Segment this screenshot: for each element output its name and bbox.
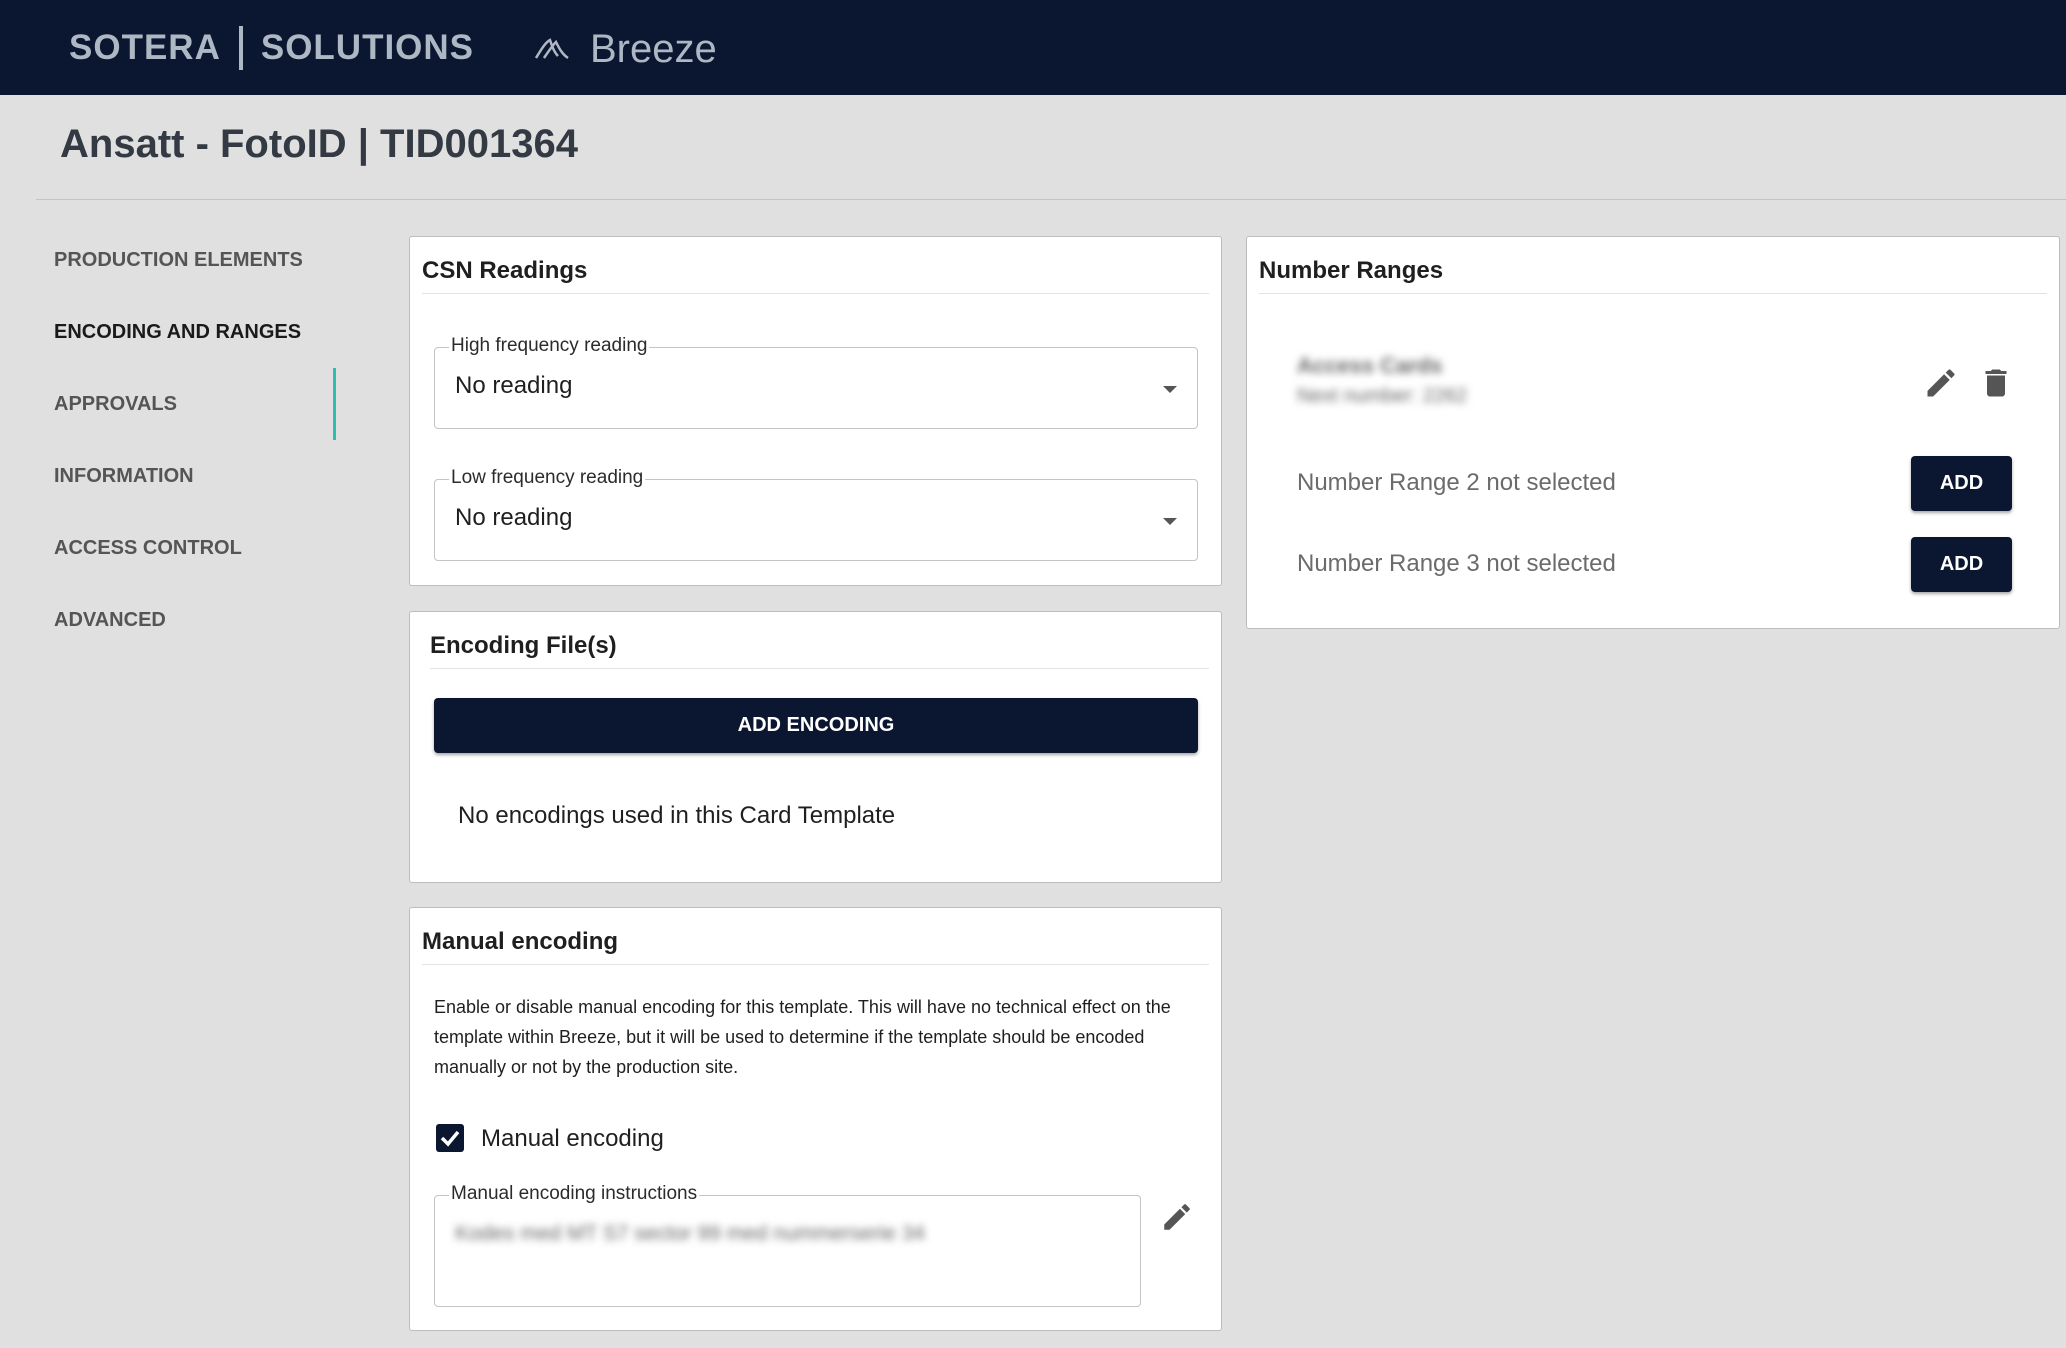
breeze-wave-icon — [534, 38, 569, 60]
product-logo[interactable]: Breeze — [534, 24, 717, 74]
company-logo: SOTERA SOLUTIONS — [69, 26, 474, 70]
top-app-bar: SOTERA SOLUTIONS Breeze — [0, 0, 2066, 95]
no-encodings-text: No encodings used in this Card Template — [458, 802, 896, 829]
checkmark-icon — [440, 1130, 460, 1147]
manual-encoding-card: Manual encoding Enable or disable manual… — [409, 907, 1222, 1331]
number-range-1-name: Access Cards — [1297, 353, 1443, 378]
encoding-files-card: Encoding File(s) ADD ENCODING No encodin… — [409, 611, 1222, 883]
number-range-2-text: Number Range 2 not selected — [1297, 469, 1616, 496]
high-frequency-value: No reading — [455, 372, 573, 399]
edit-range-pencil-icon[interactable] — [1923, 365, 1959, 406]
csn-readings-card: CSN Readings High frequency reading No r… — [409, 236, 1222, 586]
number-range-3-text: Number Range 3 not selected — [1297, 550, 1616, 577]
low-frequency-label: Low frequency reading — [449, 467, 646, 489]
manual-encoding-checkbox-label[interactable]: Manual encoding — [481, 1125, 664, 1153]
nav-item-information[interactable]: INFORMATION — [0, 440, 340, 512]
side-navigation: PRODUCTION ELEMENTS ENCODING AND RANGES … — [0, 224, 340, 656]
nav-item-approvals[interactable]: APPROVALS — [0, 368, 340, 440]
number-range-1-next: Next number: 2262 — [1297, 385, 1468, 407]
add-number-range-2-button[interactable]: ADD — [1911, 456, 2012, 511]
csn-readings-title: CSN Readings — [422, 249, 1209, 294]
page-title: Ansatt - FotoID | TID001364 — [60, 122, 578, 166]
nav-item-production-elements[interactable]: PRODUCTION ELEMENTS — [0, 224, 340, 296]
manual-encoding-instructions-label: Manual encoding instructions — [449, 1183, 700, 1205]
manual-encoding-title: Manual encoding — [422, 920, 1209, 965]
number-ranges-title: Number Ranges — [1259, 249, 2047, 294]
add-number-range-3-button[interactable]: ADD — [1911, 537, 2012, 592]
encoding-files-title: Encoding File(s) — [430, 624, 1209, 669]
manual-encoding-checkbox[interactable] — [436, 1124, 464, 1152]
manual-encoding-instructions-value: Kodes med MT S7 sector 99 med nummerseri… — [455, 1222, 925, 1245]
delete-range-trash-icon[interactable] — [1978, 365, 2014, 406]
manual-encoding-description: Enable or disable manual encoding for th… — [434, 997, 1171, 1077]
nav-item-access-control[interactable]: ACCESS CONTROL — [0, 512, 340, 584]
high-frequency-select[interactable]: High frequency reading No reading — [434, 335, 1198, 429]
title-divider — [36, 199, 2066, 200]
number-ranges-card: Number Ranges Access Cards Next number: … — [1246, 236, 2060, 629]
product-name: Breeze — [590, 26, 717, 71]
manual-encoding-instructions-field[interactable]: Manual encoding instructions Kodes med M… — [434, 1183, 1141, 1307]
edit-instructions-pencil-icon[interactable] — [1160, 1200, 1194, 1239]
nav-item-advanced[interactable]: ADVANCED — [0, 584, 340, 656]
logo-separator — [238, 26, 243, 70]
low-frequency-value: No reading — [455, 504, 573, 531]
nav-item-encoding-and-ranges[interactable]: ENCODING AND RANGES — [0, 296, 340, 440]
logo-text-right: SOLUTIONS — [260, 28, 475, 67]
chevron-down-icon — [1163, 518, 1177, 525]
chevron-down-icon — [1163, 386, 1177, 393]
logo-text-left: SOTERA — [69, 28, 221, 67]
add-encoding-button[interactable]: ADD ENCODING — [434, 698, 1198, 753]
low-frequency-select[interactable]: Low frequency reading No reading — [434, 467, 1198, 561]
high-frequency-label: High frequency reading — [449, 335, 650, 357]
